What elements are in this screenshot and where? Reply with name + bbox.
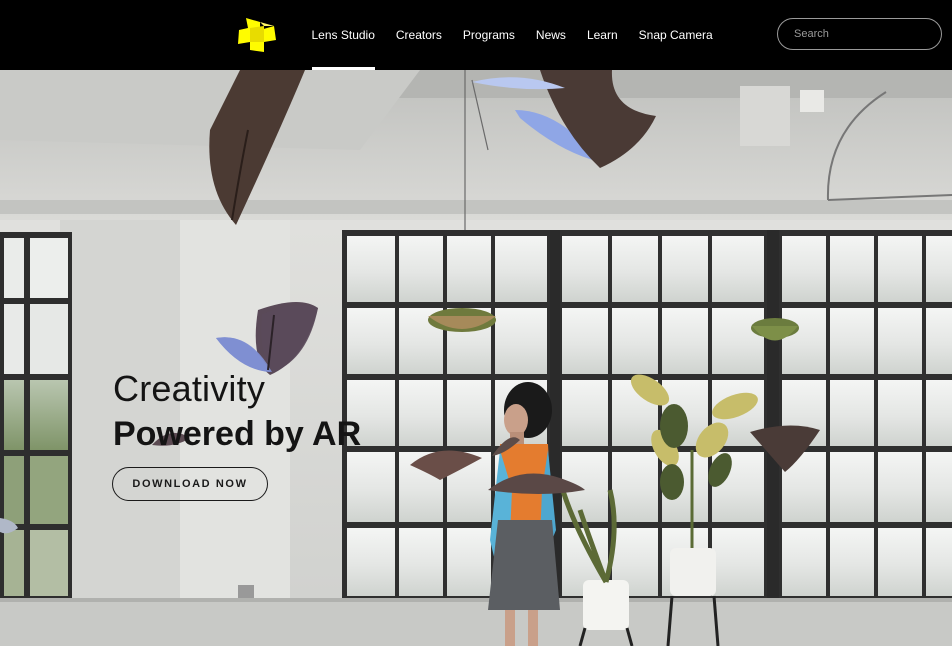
download-now-button[interactable]: DOWNLOAD NOW xyxy=(112,467,268,501)
search-input[interactable] xyxy=(777,18,942,50)
nav-news[interactable]: News xyxy=(525,0,576,70)
hero-section: Creativity Powered by AR DOWNLOAD NOW xyxy=(0,70,952,646)
top-navbar: Lens Studio Creators Programs News Learn… xyxy=(0,0,952,70)
lens-studio-logo[interactable] xyxy=(236,16,278,54)
main-nav: Lens Studio Creators Programs News Learn… xyxy=(301,0,723,70)
hero-title-line1: Creativity xyxy=(113,368,266,409)
nav-creators[interactable]: Creators xyxy=(385,0,452,70)
nav-lens-studio[interactable]: Lens Studio xyxy=(301,0,385,70)
nav-programs[interactable]: Programs xyxy=(452,0,525,70)
hero-title-line2: Powered by AR xyxy=(113,415,362,453)
nav-learn[interactable]: Learn xyxy=(576,0,628,70)
hero-background-image xyxy=(0,70,952,646)
nav-snap-camera[interactable]: Snap Camera xyxy=(628,0,723,70)
